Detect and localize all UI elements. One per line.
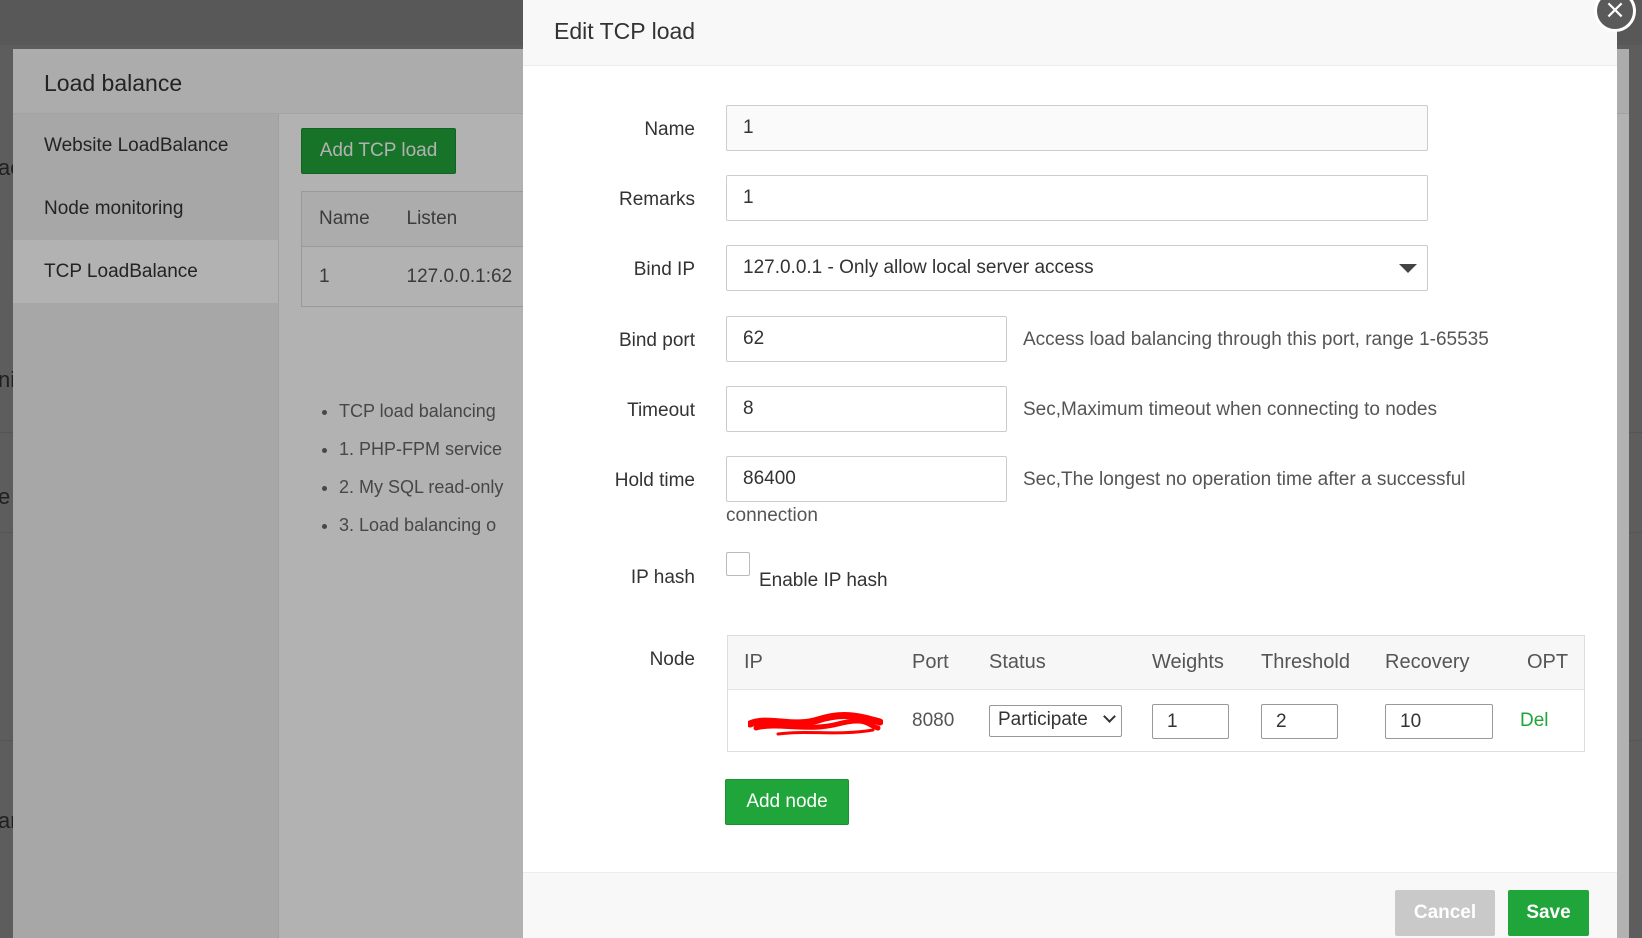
cancel-button[interactable]: Cancel: [1395, 890, 1495, 936]
node-status-value: Participate: [998, 709, 1088, 730]
edit-tcp-load-dialog: Edit TCP load Name Remarks Bind IP 127.0…: [523, 0, 1617, 938]
node-header-recovery: Recovery: [1385, 651, 1470, 673]
bind-port-input[interactable]: [726, 316, 1007, 362]
name-input[interactable]: [726, 105, 1428, 151]
chevron-down-icon: [1399, 264, 1417, 273]
add-node-button[interactable]: Add node: [725, 779, 849, 825]
node-header-weights: Weights: [1152, 651, 1224, 673]
table-row: 8080 Participate Del: [728, 690, 1584, 752]
timeout-label: Timeout: [627, 400, 695, 421]
bind-ip-label: Bind IP: [633, 259, 695, 280]
timeout-input[interactable]: [726, 386, 1007, 432]
bind-ip-select[interactable]: 127.0.0.1 - Only allow local server acce…: [726, 245, 1428, 291]
remarks-label: Remarks: [618, 189, 695, 210]
node-header-opt: OPT: [1527, 651, 1569, 673]
node-table: IP Port Status Weights Threshold Recover…: [727, 635, 1585, 752]
ip-hash-label: IP hash: [630, 567, 695, 588]
node-recovery-input[interactable]: [1385, 704, 1493, 739]
hold-time-hint: Sec,The longest no operation time after …: [1023, 469, 1466, 490]
node-table-header: IP Port Status Weights Threshold Recover…: [728, 636, 1584, 690]
node-header-threshold: Threshold: [1261, 651, 1350, 673]
hold-time-hint-continued: connection: [726, 505, 818, 526]
node-port: 8080: [912, 710, 955, 731]
chevron-down-icon: [1103, 710, 1116, 723]
timeout-hint: Sec,Maximum timeout when connecting to n…: [1023, 399, 1437, 420]
bind-port-hint: Access load balancing through this port,…: [1023, 329, 1489, 350]
ip-hash-checkbox[interactable]: [726, 552, 750, 576]
dialog-footer: Cancel Save: [523, 872, 1617, 938]
node-delete-link[interactable]: Del: [1520, 710, 1549, 732]
dialog-title: Edit TCP load: [523, 0, 1617, 66]
node-weights-input[interactable]: [1152, 704, 1229, 739]
node-header-ip: IP: [744, 651, 763, 673]
node-header-port: Port: [912, 651, 949, 673]
name-label: Name: [644, 119, 695, 140]
remarks-input[interactable]: [726, 175, 1428, 221]
redacted-ip-scribble: [748, 712, 883, 736]
node-label: Node: [649, 649, 695, 670]
hold-time-input[interactable]: [726, 456, 1007, 502]
node-header-status: Status: [989, 651, 1046, 673]
save-button[interactable]: Save: [1508, 890, 1589, 936]
node-status-select[interactable]: Participate: [989, 705, 1122, 737]
ip-hash-checkbox-label: Enable IP hash: [759, 570, 888, 591]
bind-port-label: Bind port: [618, 330, 695, 351]
hold-time-label: Hold time: [614, 470, 695, 491]
bind-ip-selected-value: 127.0.0.1 - Only allow local server acce…: [743, 257, 1094, 278]
node-threshold-input[interactable]: [1261, 704, 1338, 739]
